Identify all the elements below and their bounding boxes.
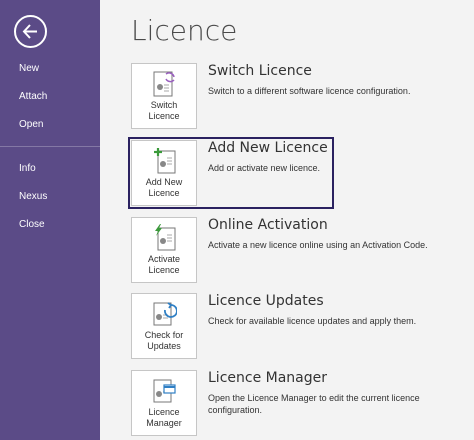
main-panel: Licence Switch Licence Switch Licence Swi… [100, 0, 474, 440]
sidebar-item-open[interactable]: Open [19, 119, 43, 130]
option-licence-updates: Check for Updates Licence Updates Check f… [131, 293, 472, 363]
tile-label: Check for Updates [144, 330, 184, 351]
licence-manager-button[interactable]: Licence Manager [131, 370, 197, 436]
sidebar-item-new[interactable]: New [19, 63, 39, 74]
page-title: Licence [131, 14, 238, 47]
back-button[interactable] [14, 15, 47, 48]
option-switch-licence: Switch Licence Switch Licence Switch to a… [131, 63, 472, 133]
sidebar-divider [0, 146, 100, 147]
sidebar-item-close[interactable]: Close [19, 219, 45, 230]
option-description: Switch to a different software licence c… [208, 86, 411, 96]
option-title: Online Activation [208, 217, 328, 233]
option-description: Open the Licence Manager to edit the cur… [208, 393, 420, 415]
tile-label: Switch Licence [148, 100, 180, 121]
licence-updates-icon [153, 302, 177, 326]
tile-label: Licence Manager [146, 407, 182, 428]
option-title: Licence Updates [208, 293, 324, 309]
licence-manager-icon [153, 379, 176, 403]
option-title: Switch Licence [208, 63, 312, 79]
sidebar-item-nexus[interactable]: Nexus [19, 191, 47, 202]
switch-licence-icon [153, 71, 175, 97]
option-add-new-licence: Add New Licence Add New Licence Add or ac… [128, 137, 472, 210]
sidebar-item-info[interactable]: Info [19, 163, 36, 174]
option-description: Check for available licence updates and … [208, 316, 417, 326]
option-online-activation: Activate Licence Online Activation Activa… [131, 217, 472, 287]
switch-licence-button[interactable]: Switch Licence [131, 63, 197, 129]
sidebar-item-attach[interactable]: Attach [19, 91, 47, 102]
selection-highlight [128, 137, 334, 209]
activate-licence-icon [155, 224, 176, 251]
check-for-updates-button[interactable]: Check for Updates [131, 293, 197, 359]
back-arrow-icon [22, 24, 37, 39]
tile-label: Activate Licence [147, 254, 180, 275]
backstage-sidebar: New Attach Open Info Nexus Close [0, 0, 100, 440]
option-title: Licence Manager [208, 370, 327, 386]
option-licence-manager: Licence Manager Licence Manager Open the … [131, 370, 472, 440]
activate-licence-button[interactable]: Activate Licence [131, 217, 197, 283]
option-description: Activate a new licence online using an A… [208, 240, 428, 250]
